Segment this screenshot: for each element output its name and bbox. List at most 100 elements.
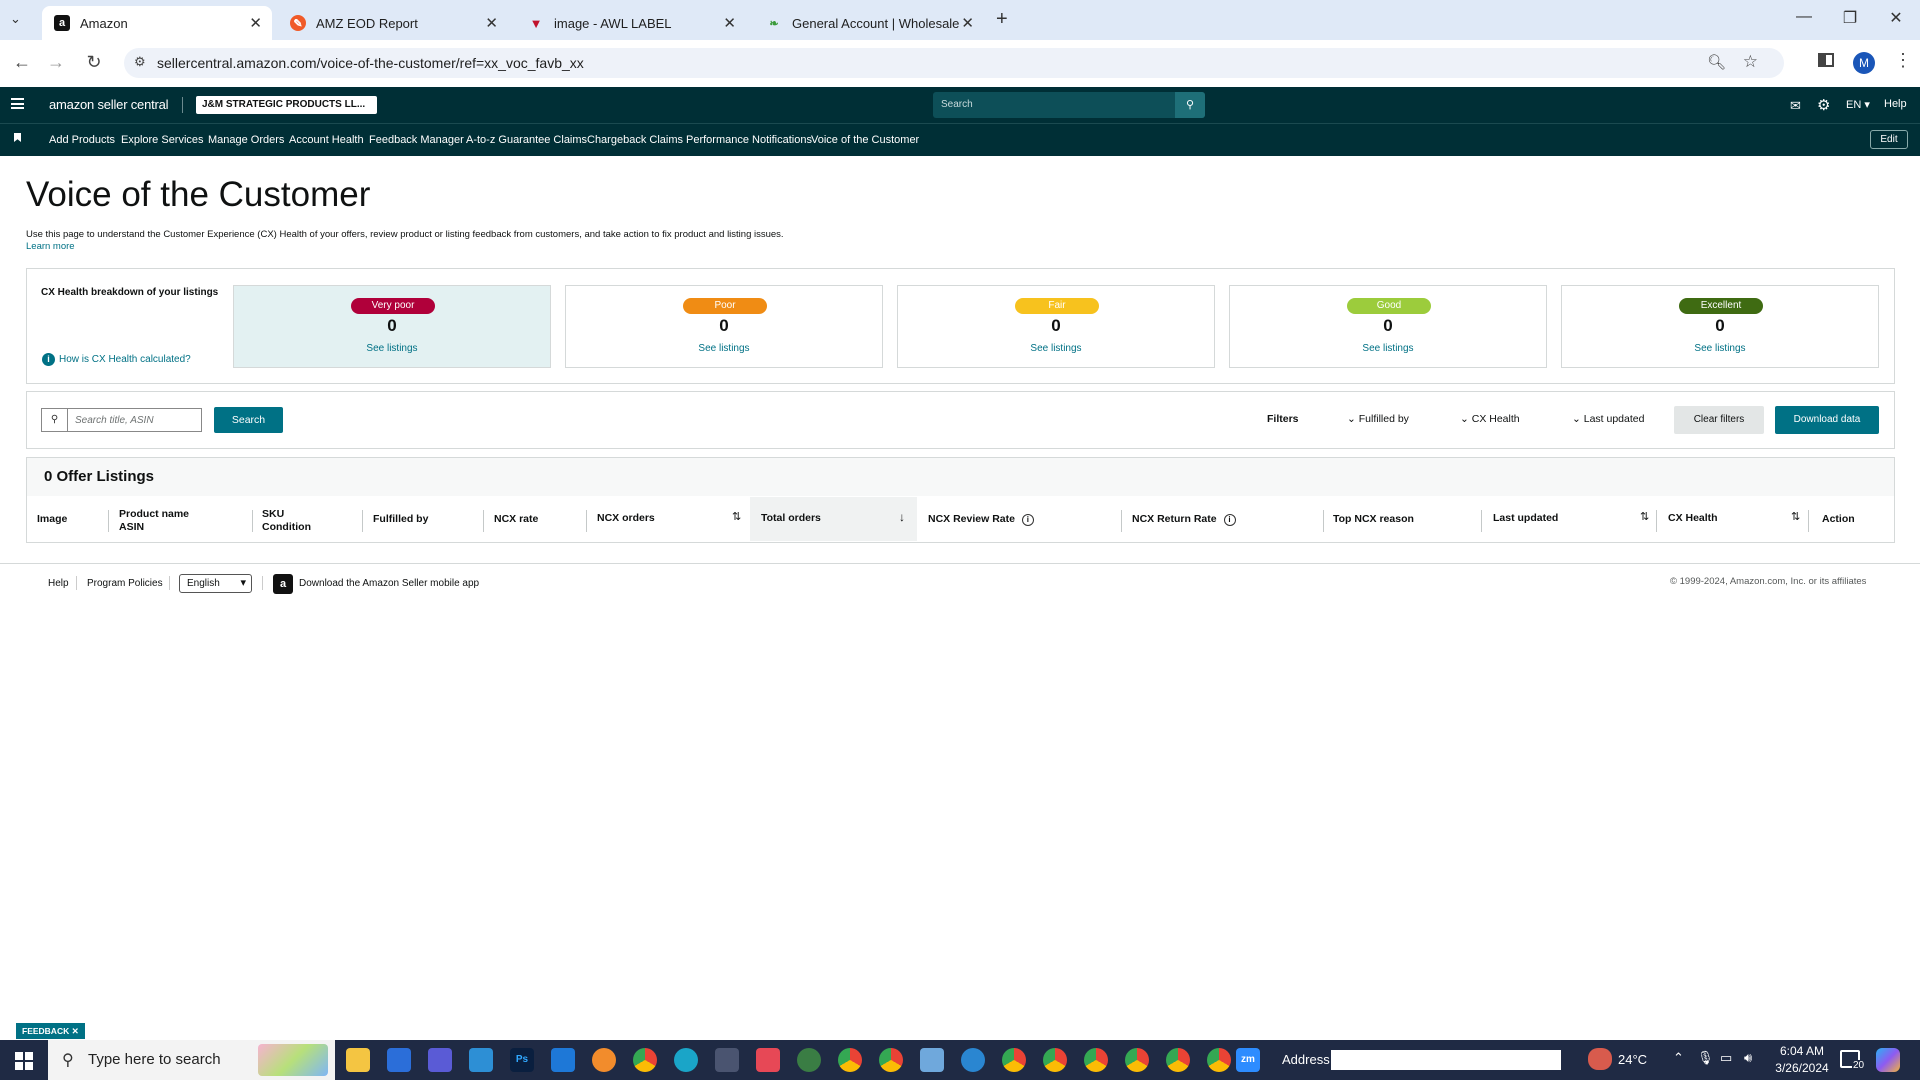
see-listings-link[interactable]: See listings — [566, 343, 882, 354]
footer-language-select[interactable]: English ▾ — [179, 574, 252, 593]
weather-icon[interactable] — [1588, 1048, 1612, 1070]
sort-icon[interactable]: ⇅ — [1791, 510, 1800, 523]
filter-fulfilled-by[interactable]: ⌄ Fulfilled by — [1347, 413, 1409, 425]
chrome-icon[interactable] — [838, 1048, 862, 1072]
address-bar[interactable]: ⚙ sellercentral.amazon.com/voice-of-the-… — [124, 48, 1784, 78]
see-listings-link[interactable]: See listings — [898, 343, 1214, 354]
temperature-text[interactable]: 24°C — [1618, 1052, 1647, 1067]
see-listings-link[interactable]: See listings — [1562, 343, 1878, 354]
health-bucket-excellent[interactable]: Excellent 0 See listings — [1561, 285, 1879, 368]
profile-avatar[interactable]: M — [1853, 52, 1875, 74]
mail-app-icon[interactable] — [551, 1048, 575, 1072]
hamburger-menu-icon[interactable] — [11, 98, 24, 109]
see-listings-link[interactable]: See listings — [1230, 343, 1546, 354]
clock-date[interactable]: 3/26/2024 — [1772, 1061, 1832, 1075]
tab-amazon[interactable]: a Amazon ✕ — [42, 6, 272, 40]
app-icon[interactable] — [797, 1048, 821, 1072]
site-info-icon[interactable]: ⚙ — [134, 54, 146, 70]
microphone-icon[interactable]: 🎙︎ — [1697, 1050, 1714, 1066]
store-icon[interactable] — [387, 1048, 411, 1072]
nav-explore-services[interactable]: Explore Services — [121, 134, 204, 146]
zoom-app-icon[interactable]: zm — [1236, 1048, 1260, 1072]
back-icon[interactable]: ← — [10, 52, 34, 73]
file-explorer-icon[interactable] — [346, 1048, 370, 1072]
col-ncx-orders[interactable]: NCX orders — [597, 512, 655, 525]
tab-amz-eod-report[interactable]: ✎ AMZ EOD Report ✕ — [278, 6, 508, 40]
header-search-input[interactable]: Search — [941, 99, 973, 110]
chrome-icon[interactable] — [879, 1048, 903, 1072]
program-policies-link[interactable]: Program Policies — [87, 578, 163, 589]
chrome-icon[interactable] — [633, 1048, 657, 1072]
health-bucket-fair[interactable]: Fair 0 See listings — [897, 285, 1215, 368]
show-hidden-icons-icon[interactable]: ⌃ — [1673, 1050, 1684, 1066]
feedback-tab[interactable]: FEEDBACK ✕ — [16, 1023, 85, 1039]
learn-more-link[interactable]: Learn more — [26, 241, 75, 252]
sort-icon[interactable]: ⇅ — [1640, 510, 1649, 523]
how-calculated-link[interactable]: i How is CX Health calculated? — [42, 353, 191, 366]
footer-help-link[interactable]: Help — [48, 578, 69, 589]
app-icon[interactable] — [469, 1048, 493, 1072]
close-tab-icon[interactable]: ✕ — [485, 14, 498, 32]
sort-descending-icon[interactable]: ↓ — [899, 510, 905, 524]
photoshop-icon[interactable]: Ps — [510, 1048, 534, 1072]
edge-icon[interactable] — [674, 1048, 698, 1072]
chrome-icon[interactable] — [1207, 1048, 1231, 1072]
side-panel-icon[interactable] — [1818, 53, 1834, 67]
tab-general-account[interactable]: ❧ General Account | Wholesale ✕ — [754, 6, 984, 40]
health-bucket-very-poor[interactable]: Very poor 0 See listings — [233, 285, 551, 368]
address-toolbar-input[interactable] — [1331, 1050, 1561, 1070]
nav-a-to-z-claims[interactable]: A-to-z Guarantee Claims — [466, 134, 587, 146]
nav-voice-of-the-customer[interactable]: Voice of the Customer — [811, 134, 919, 146]
header-search-button[interactable]: ⚲ — [1175, 92, 1205, 118]
info-outline-icon[interactable]: i — [1021, 514, 1034, 526]
seller-central-logo[interactable]: amazon seller central — [49, 97, 169, 112]
nav-chargeback-claims[interactable]: Chargeback Claims — [587, 134, 683, 146]
chrome-icon[interactable] — [1002, 1048, 1026, 1072]
app-icon[interactable] — [428, 1048, 452, 1072]
nav-feedback-manager[interactable]: Feedback Manager — [369, 134, 464, 146]
account-switcher[interactable]: J&M STRATEGIC PRODUCTS LL... — [196, 96, 377, 114]
firefox-icon[interactable] — [592, 1048, 616, 1072]
download-data-button[interactable]: Download data — [1775, 406, 1879, 434]
chrome-icon[interactable] — [1166, 1048, 1190, 1072]
calculator-icon[interactable] — [715, 1048, 739, 1072]
app-icon[interactable] — [920, 1048, 944, 1072]
restore-icon[interactable]: ❐ — [1830, 8, 1870, 28]
tab-list-chevron-icon[interactable]: ⌄ — [10, 11, 21, 27]
nav-account-health[interactable]: Account Health — [289, 134, 364, 146]
clear-filters-button[interactable]: Clear filters — [1674, 406, 1764, 434]
col-cx-health[interactable]: CX Health — [1668, 512, 1718, 525]
language-selector[interactable]: EN ▾ — [1846, 98, 1870, 111]
close-icon[interactable]: ✕ — [72, 1026, 79, 1036]
bookmark-icon[interactable] — [14, 133, 21, 142]
new-tab-icon[interactable]: + — [996, 8, 1008, 31]
edit-nav-button[interactable]: Edit — [1870, 130, 1908, 149]
health-bucket-good[interactable]: Good 0 See listings — [1229, 285, 1547, 368]
amazon-app-icon[interactable]: a — [273, 574, 293, 594]
close-tab-icon[interactable]: ✕ — [723, 14, 736, 32]
app-icon[interactable] — [756, 1048, 780, 1072]
copilot-icon[interactable] — [1876, 1048, 1900, 1072]
windows-start-icon[interactable] — [15, 1052, 33, 1070]
minimize-icon[interactable]: — — [1784, 8, 1824, 26]
tab-awl-label[interactable]: ▼ image - AWL LABEL ✕ — [516, 6, 746, 40]
filter-last-updated[interactable]: ⌄ Last updated — [1572, 413, 1644, 425]
info-outline-icon[interactable]: i — [1223, 514, 1236, 526]
nav-manage-orders[interactable]: Manage Orders — [208, 134, 284, 146]
zoom-icon[interactable]: 🔍︎ — [1707, 53, 1726, 71]
bookmark-star-icon[interactable]: ☆ — [1743, 52, 1758, 72]
search-button[interactable]: Search — [214, 407, 283, 433]
close-tab-icon[interactable]: ✕ — [249, 14, 262, 32]
health-bucket-poor[interactable]: Poor 0 See listings — [565, 285, 883, 368]
chrome-icon[interactable] — [1125, 1048, 1149, 1072]
app-icon[interactable] — [961, 1048, 985, 1072]
reload-icon[interactable]: ↻ — [82, 52, 106, 73]
settings-gear-icon[interactable]: ⚙ — [1817, 96, 1830, 114]
header-search-box[interactable]: Search ⚲ — [933, 92, 1205, 118]
nav-performance-notifications[interactable]: Performance Notifications — [686, 134, 812, 146]
forward-icon[interactable]: → — [44, 52, 68, 73]
browser-menu-icon[interactable]: ⋮ — [1894, 50, 1912, 71]
network-icon[interactable]: ▭ — [1720, 1050, 1732, 1066]
download-app-link[interactable]: Download the Amazon Seller mobile app — [299, 578, 479, 589]
filter-cx-health[interactable]: ⌄ CX Health — [1460, 413, 1520, 425]
